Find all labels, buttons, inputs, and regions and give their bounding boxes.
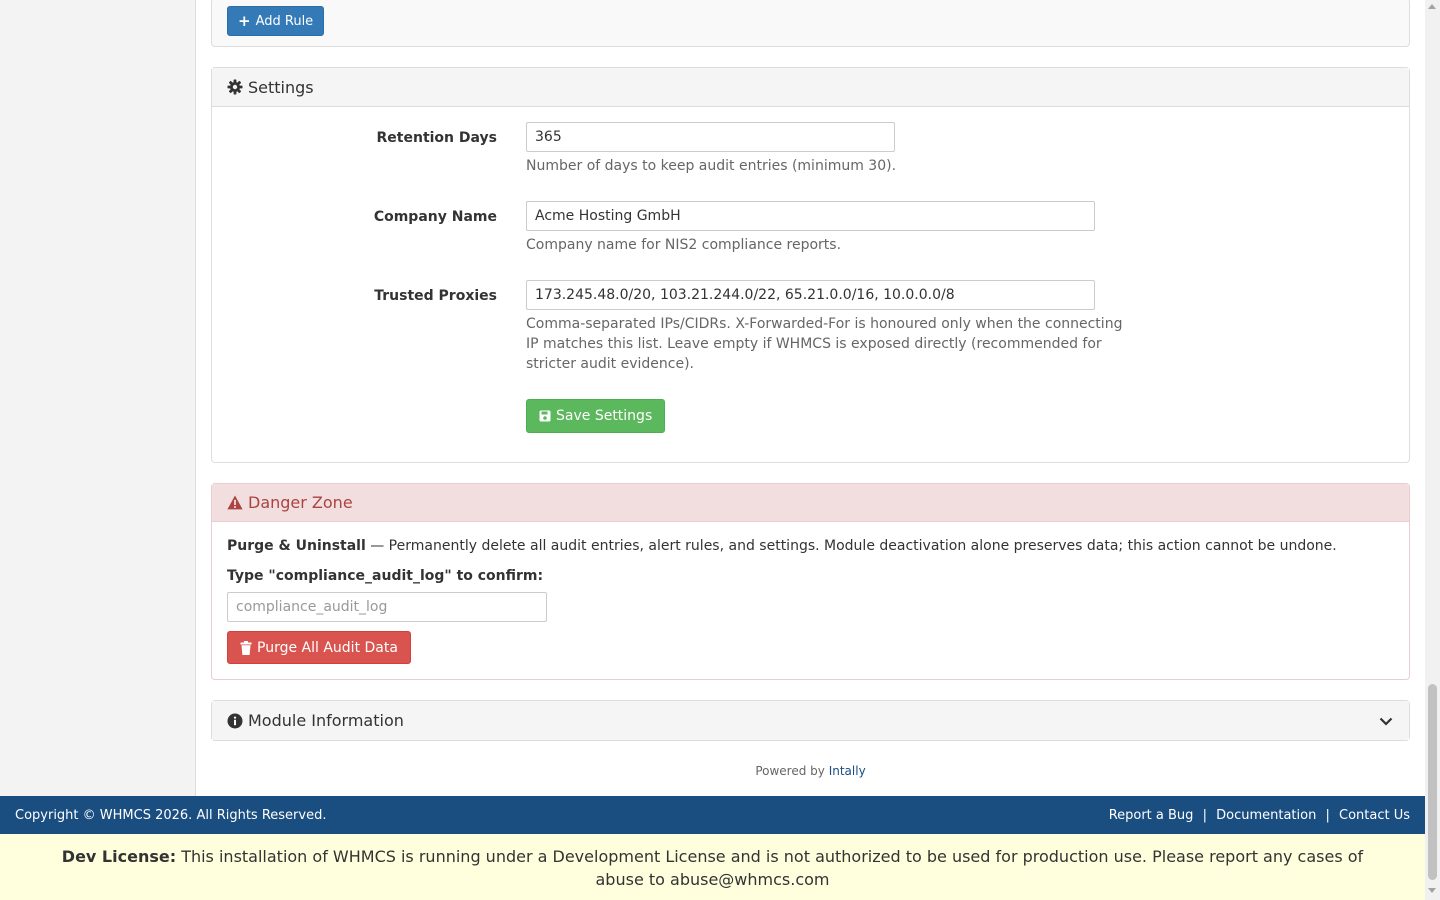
intally-link[interactable]: Intally [829, 764, 866, 778]
module-information-title-group: Module Information [227, 711, 404, 730]
floppy-disk-icon [539, 410, 551, 422]
purge-title: Purge & Uninstall [227, 538, 366, 554]
save-settings-button[interactable]: Save Settings [526, 399, 666, 433]
gear-icon [227, 79, 243, 95]
company-name-help: Company name for NIS2 compliance reports… [526, 237, 842, 253]
module-information-title: Module Information [248, 711, 404, 730]
main-content: + Add Rule Settings Retention Days 365 N… [196, 0, 1425, 796]
trusted-proxies-help-line: IP matches this list. Leave empty if WHM… [526, 336, 1102, 352]
scrollbar-thumb[interactable] [1428, 684, 1437, 880]
module-information-heading[interactable]: Module Information [212, 701, 1409, 740]
chevron-down-icon[interactable] [1378, 713, 1394, 729]
danger-zone-title: Danger Zone [248, 493, 353, 512]
danger-zone-panel: Danger Zone Purge & Uninstall — Permanen… [211, 483, 1410, 680]
trusted-proxies-help-line: stricter audit evidence). [526, 356, 694, 372]
dev-license-text: This installation of WHMCS is running un… [176, 847, 1364, 889]
report-bug-link[interactable]: Report a Bug [1109, 808, 1194, 823]
retention-days-help: Number of days to keep audit entries (mi… [526, 158, 897, 174]
powered-by: Powered by Intally [196, 764, 1425, 778]
footer-separator: | [1325, 807, 1330, 823]
dev-license-label: Dev License: [61, 847, 177, 866]
page-scrollbar[interactable] [1425, 0, 1440, 900]
settings-title: Settings [248, 77, 314, 97]
confirm-input[interactable] [227, 592, 547, 622]
purge-description: Purge & Uninstall — Permanently delete a… [227, 538, 1337, 554]
info-circle-icon [227, 713, 243, 729]
footer-separator: | [1202, 807, 1207, 823]
danger-zone-heading: Danger Zone [212, 484, 1409, 522]
warning-triangle-icon [227, 495, 243, 510]
module-information-panel[interactable]: Module Information [211, 700, 1410, 741]
trusted-proxies-help: Comma-separated IPs/CIDRs. X-Forwarded-F… [526, 314, 1122, 374]
contact-us-link[interactable]: Contact Us [1339, 808, 1410, 823]
alert-rules-panel: + Add Rule [211, 0, 1410, 47]
trash-icon [240, 640, 252, 655]
footer-links: Report a Bug | Documentation | Contact U… [1109, 808, 1410, 823]
plus-icon: + [238, 12, 251, 30]
scroll-up-arrow[interactable] [1428, 4, 1436, 9]
confirm-label: Type "compliance_audit_log" to confirm: [227, 568, 544, 584]
settings-panel-heading: Settings [212, 68, 1409, 107]
copyright-text: Copyright © WHMCS 2026. All Rights Reser… [15, 807, 327, 823]
purge-text: — Permanently delete all audit entries, … [365, 538, 1337, 554]
sidebar [0, 0, 196, 796]
add-rule-button[interactable]: + Add Rule [227, 6, 325, 36]
documentation-link[interactable]: Documentation [1216, 808, 1316, 823]
dev-license-notice: Dev License: This installation of WHMCS … [0, 834, 1425, 900]
powered-by-prefix: Powered by [755, 764, 825, 778]
company-name-label: Company Name [373, 209, 497, 225]
footer-bar: Copyright © WHMCS 2026. All Rights Reser… [0, 796, 1425, 834]
retention-days-label: Retention Days [376, 130, 497, 146]
purge-all-label: Purge All Audit Data [257, 639, 398, 656]
retention-days-input[interactable] [526, 122, 895, 152]
save-settings-label: Save Settings [556, 408, 653, 424]
trusted-proxies-label: Trusted Proxies [374, 288, 497, 304]
trusted-proxies-input[interactable] [526, 280, 1095, 310]
company-name-input[interactable] [526, 201, 1095, 231]
purge-all-button[interactable]: Purge All Audit Data [227, 631, 411, 664]
trusted-proxies-help-line: Comma-separated IPs/CIDRs. X-Forwarded-F… [526, 316, 1123, 332]
add-rule-label: Add Rule [255, 13, 314, 29]
scroll-down-arrow[interactable] [1428, 888, 1436, 893]
settings-panel: Settings Retention Days Number of days t… [211, 67, 1410, 463]
